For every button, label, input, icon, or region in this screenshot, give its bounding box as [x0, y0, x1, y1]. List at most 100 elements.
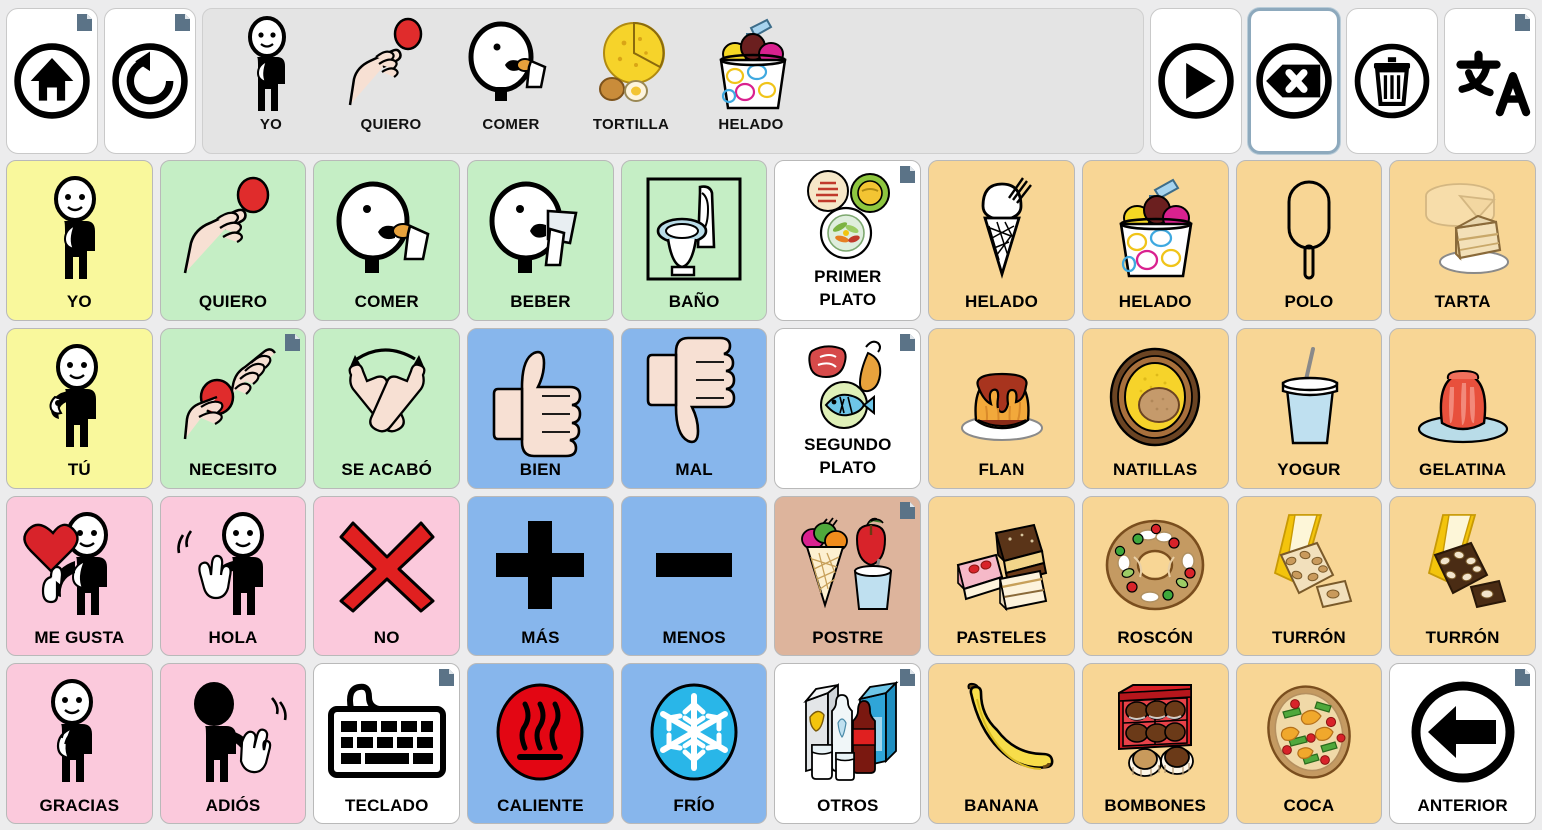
- cell-adios[interactable]: ADIÓS: [159, 663, 307, 824]
- keyboard-icon: [314, 664, 459, 796]
- cell-quiero[interactable]: QUIERO: [159, 160, 307, 321]
- cell-segundo-plato[interactable]: SEGUNDO PLATO: [774, 327, 922, 489]
- home-button[interactable]: [6, 8, 98, 154]
- link-corner-icon: [900, 669, 916, 687]
- sentence-item-label: HELADO: [718, 116, 784, 133]
- undo-icon: [112, 43, 188, 119]
- cell-label: BOMBONES: [1104, 795, 1207, 815]
- cell-natillas[interactable]: NATILLAS: [1081, 327, 1229, 489]
- cell-bien[interactable]: BIEN: [467, 327, 614, 489]
- plus-sign-icon: [468, 497, 613, 629]
- trash-button[interactable]: [1346, 8, 1438, 154]
- pictogram-grid: YO QUIERO COMER BEBER BAÑO PRIMER PLATO …: [0, 160, 1542, 830]
- cell-label: YOGUR: [1277, 460, 1341, 480]
- cell-label: SEGUNDO PLATO: [804, 434, 892, 477]
- sentence-item[interactable]: QUIERO: [333, 15, 449, 147]
- cell-label: TURRÓN: [1425, 627, 1500, 647]
- link-corner-icon: [439, 669, 455, 687]
- cell-label: TECLADO: [344, 795, 429, 815]
- sentence-item[interactable]: YO: [213, 15, 329, 147]
- cell-polo[interactable]: POLO: [1235, 160, 1383, 321]
- cell-mal[interactable]: MAL: [620, 327, 768, 489]
- play-button[interactable]: [1150, 8, 1242, 154]
- thumb-down-icon: [622, 329, 767, 461]
- cell-helado-cono[interactable]: HELADO: [928, 160, 1075, 321]
- sentence-item[interactable]: HELADO: [693, 15, 809, 147]
- cell-tu[interactable]: TÚ: [6, 327, 153, 489]
- cell-roscon[interactable]: ROSCÓN: [1081, 495, 1229, 657]
- trash-icon: [1354, 43, 1430, 119]
- cell-otros[interactable]: OTROS: [774, 663, 922, 824]
- cell-label: ANTERIOR: [1417, 795, 1508, 815]
- sentence-item-label: COMER: [482, 116, 540, 133]
- hand-reach-ball-icon: [336, 15, 446, 115]
- cell-coca[interactable]: COCA: [1235, 663, 1383, 824]
- cell-frio[interactable]: FRÍO: [620, 663, 768, 824]
- cell-yogur[interactable]: YOGUR: [1235, 327, 1383, 489]
- cell-bano[interactable]: BAÑO: [620, 160, 768, 321]
- person-self-icon: [216, 15, 326, 115]
- cell-helado-tarrina[interactable]: HELADO: [1081, 160, 1229, 321]
- cell-teclado[interactable]: TECLADO: [313, 663, 461, 824]
- cell-label: PRIMER PLATO: [814, 266, 882, 309]
- cell-postre[interactable]: POSTRE: [774, 495, 922, 657]
- cell-caliente[interactable]: CALIENTE: [467, 663, 614, 824]
- cell-label: CALIENTE: [497, 795, 584, 815]
- cell-label: MÁS: [521, 627, 560, 647]
- cell-necesito[interactable]: NECESITO: [159, 327, 307, 489]
- cake-slice-icon: [1390, 161, 1535, 293]
- icecream-tub-icon: [1083, 161, 1228, 293]
- backspace-button[interactable]: [1248, 8, 1340, 154]
- cell-no[interactable]: NO: [313, 495, 461, 657]
- cell-pasteles[interactable]: PASTELES: [928, 495, 1075, 657]
- cell-menos[interactable]: MENOS: [620, 495, 768, 657]
- yogurt-icon: [1237, 329, 1382, 461]
- person-goodbye-icon: [161, 664, 306, 796]
- link-corner-icon: [1514, 669, 1530, 687]
- cell-banana[interactable]: BANANA: [928, 663, 1075, 824]
- cell-yo[interactable]: YO: [6, 160, 153, 321]
- coca-flatbread-icon: [1237, 664, 1382, 796]
- cell-label: COCA: [1283, 795, 1335, 815]
- cell-se-acabo[interactable]: SE ACABÓ: [313, 327, 461, 489]
- link-corner-icon: [285, 333, 301, 351]
- cell-hola[interactable]: HOLA: [159, 495, 307, 657]
- flan-icon: [929, 329, 1074, 461]
- cell-anterior[interactable]: ANTERIOR: [1389, 663, 1536, 824]
- cell-flan[interactable]: FLAN: [928, 327, 1075, 489]
- sentence-item-label: QUIERO: [360, 116, 422, 133]
- cell-turron-oscuro[interactable]: TURRÓN: [1389, 495, 1536, 657]
- cell-label: BEBER: [510, 292, 571, 312]
- cell-beber[interactable]: BEBER: [467, 160, 614, 321]
- cell-turron-blanco[interactable]: TURRÓN: [1235, 495, 1383, 657]
- cell-comer[interactable]: COMER: [313, 160, 461, 321]
- head-eating-icon: [314, 161, 459, 293]
- cell-label: GRACIAS: [39, 795, 120, 815]
- hot-icon: [468, 664, 613, 796]
- cell-me-gusta[interactable]: ME GUSTA: [6, 495, 153, 657]
- sentence-item-label: TORTILLA: [592, 116, 670, 133]
- cell-bombones[interactable]: BOMBONES: [1081, 663, 1229, 824]
- cell-primer-plato[interactable]: PRIMER PLATO: [774, 160, 922, 321]
- cell-tarta[interactable]: TARTA: [1389, 160, 1536, 321]
- cell-label: SE ACABÓ: [341, 460, 433, 480]
- translate-button[interactable]: [1444, 8, 1536, 154]
- chocolates-icon: [1083, 664, 1228, 796]
- cell-label: HOLA: [208, 627, 258, 647]
- cell-mas[interactable]: MÁS: [467, 495, 614, 657]
- cell-label: QUIERO: [198, 292, 268, 312]
- roscon-icon: [1083, 497, 1228, 629]
- translate-icon: [1456, 50, 1531, 117]
- cell-gelatina[interactable]: GELATINA: [1389, 327, 1536, 489]
- cell-gracias[interactable]: GRACIAS: [6, 663, 153, 824]
- tortilla-icon: [576, 15, 686, 115]
- icecream-cone-icon: [929, 161, 1074, 293]
- hands-giving-ball-icon: [161, 329, 306, 461]
- popsicle-icon: [1237, 161, 1382, 293]
- sentence-item[interactable]: TORTILLA: [573, 15, 689, 147]
- sentence-bar[interactable]: YO QUIERO COMER TORTILLA HELADO: [202, 8, 1144, 154]
- cell-label: NECESITO: [188, 460, 278, 480]
- undo-button[interactable]: [104, 8, 196, 154]
- sentence-item[interactable]: COMER: [453, 15, 569, 147]
- dessert-group-icon: [775, 497, 920, 629]
